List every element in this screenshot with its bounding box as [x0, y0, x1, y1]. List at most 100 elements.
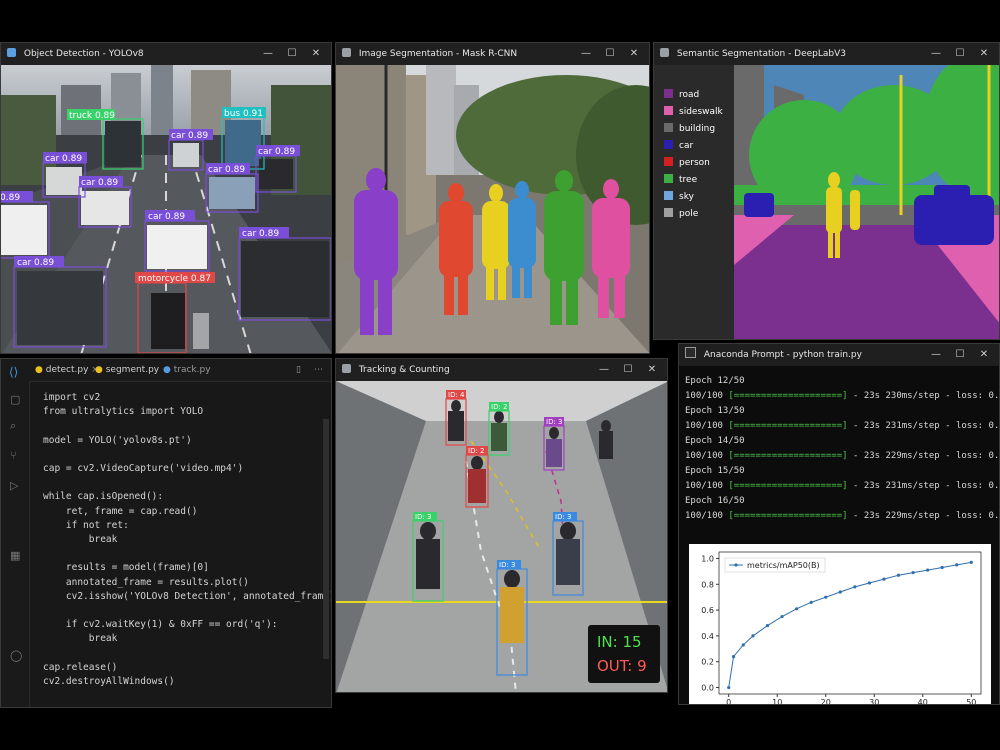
code-area[interactable]: import cv2 from ultralytics import YOLO mo… [35, 385, 331, 707]
close-icon[interactable]: ✕ [643, 359, 661, 381]
data-point [853, 585, 857, 589]
progress-bar: [====================] [728, 421, 848, 431]
minimize-icon[interactable]: — [577, 43, 595, 65]
accounts-icon[interactable]: ◯ [10, 649, 22, 662]
detection-scene: truck 0.89 bus 0.91 car 0.89 car 0.89 ca… [1, 65, 331, 353]
terminal-output[interactable]: Epoch 12/50 100/100 [====================… [685, 374, 999, 524]
data-point [809, 600, 813, 604]
tracking-titlebar: Tracking & Counting [336, 359, 667, 381]
semantic-title: Semantic Segmentation - DeepLabV3 [676, 49, 847, 59]
epoch-line: Epoch 15/50 [685, 466, 745, 476]
tracking-scene: ID: 4 ID: 2 ID: 3 ID: 2 ID: 3 ID: 3 ID: … [336, 381, 667, 692]
epoch-line: Epoch 16/50 [685, 496, 745, 506]
data-point [824, 595, 828, 599]
search-icon[interactable]: ⌕ [10, 419, 16, 433]
legend-swatch [664, 174, 673, 183]
legend-swatch [664, 191, 673, 200]
code-line: if not ret: [43, 519, 129, 531]
label-car: car 0.89 [81, 178, 118, 188]
map50-chart: 0.00.20.40.60.81.00 10 20 30 40 50Epochmetric… [689, 544, 991, 704]
tab-detect[interactable]: ● detect.py × [35, 359, 99, 381]
x-tick-label: 10 [772, 698, 782, 704]
close-icon[interactable]: ✕ [975, 43, 993, 65]
x-tick-label: 0 [726, 698, 731, 704]
maximize-icon[interactable]: ☐ [951, 43, 969, 65]
data-point [882, 577, 886, 581]
track-id-label: ID: 4 [448, 391, 465, 399]
label-car: car 0.89 [242, 229, 279, 239]
maximize-icon[interactable]: ☐ [951, 344, 969, 366]
close-icon[interactable]: ✕ [625, 43, 643, 65]
label-car: car 0.89 [171, 131, 208, 141]
legend-item: tree [664, 172, 738, 189]
minimize-icon[interactable]: — [595, 359, 613, 381]
tab-segment[interactable]: ● segment.py [95, 359, 159, 381]
maximize-icon[interactable]: ☐ [283, 43, 301, 65]
data-point [727, 685, 731, 690]
y-tick-label: 0.2 [701, 658, 714, 667]
y-tick-label: 0.6 [701, 606, 714, 615]
legend-item: pole [664, 206, 738, 223]
track-id-label: ID: 3 [555, 513, 572, 521]
source-control-icon[interactable]: ⑂ [10, 449, 17, 462]
maximize-icon[interactable]: ☐ [601, 43, 619, 65]
python-icon: ● [163, 365, 171, 375]
label-car: car 0.89 [17, 258, 54, 268]
python-icon: ● [35, 365, 43, 375]
close-icon[interactable]: ✕ [975, 344, 993, 366]
minimize-icon[interactable]: — [259, 43, 277, 65]
series-line [728, 561, 972, 688]
data-point [780, 614, 784, 619]
data-point [911, 571, 915, 575]
legend-label: road [679, 90, 700, 100]
instance-segmentation-window: Image Segmentation - Mask R-CNN — ☐ ✕ [335, 42, 650, 354]
explorer-icon[interactable]: ▢ [10, 393, 20, 406]
legend-swatch [664, 89, 673, 98]
minimize-icon[interactable]: — [927, 344, 945, 366]
close-icon[interactable]: ✕ [307, 43, 325, 65]
track-id-label: ID: 2 [491, 403, 508, 411]
in-count: IN: 15 [597, 633, 642, 651]
x-tick-label: 30 [869, 698, 879, 704]
data-point [940, 565, 944, 570]
progress-line: 100/100 [====================] - 23s 231… [685, 481, 999, 491]
y-tick-label: 0.0 [701, 684, 714, 693]
legend-label: sideswalk [679, 107, 723, 117]
legend-label: person [679, 158, 710, 168]
activity-bar: ⟨⟩ ▢ ⌕ ⑂ ▷ ▦ ◯ [1, 359, 30, 707]
code-line: from ultralytics import YOLO [43, 406, 204, 418]
more-actions-icon[interactable]: ⋯ [314, 359, 323, 381]
label-motorcycle: motorcycle 0.87 [138, 274, 211, 284]
legend-item: sideswalk [664, 104, 738, 121]
legend-swatch [664, 208, 673, 217]
extensions-icon[interactable]: ▦ [10, 549, 20, 562]
data-point [969, 560, 973, 564]
code-line: cap.release() [43, 661, 118, 673]
out-count: OUT: 9 [597, 657, 647, 675]
scrollbar[interactable] [323, 419, 329, 659]
label-car: car 0.89 [258, 147, 295, 157]
legend-label: tree [679, 175, 698, 185]
debug-icon[interactable]: ▷ [10, 479, 18, 492]
detection-titlebar: Object Detection - YOLOv8 [1, 43, 331, 65]
tab-label: segment.py [105, 365, 160, 375]
legend-swatch [664, 123, 673, 132]
maximize-icon[interactable]: ☐ [619, 359, 637, 381]
minimize-icon[interactable]: — [927, 43, 945, 65]
detection-title: Object Detection - YOLOv8 [23, 49, 144, 59]
data-point [741, 643, 745, 647]
data-point [926, 568, 930, 572]
tab-track[interactable]: ● track.py [163, 359, 211, 381]
legend-swatch [664, 157, 673, 166]
label-car: car 0.89 [45, 154, 82, 164]
legend-swatch [664, 140, 673, 149]
python-icon: ● [95, 365, 103, 375]
track-id-label: ID: 3 [415, 513, 432, 521]
legend-label: car [679, 141, 694, 151]
tracking-title: Tracking & Counting [358, 365, 450, 375]
track-id-label: ID: 2 [468, 447, 485, 455]
label-truck: truck 0.89 [69, 111, 115, 121]
data-point [867, 581, 872, 585]
split-editor-icon[interactable]: ▯ [296, 359, 301, 381]
x-tick-label: 40 [918, 698, 928, 704]
